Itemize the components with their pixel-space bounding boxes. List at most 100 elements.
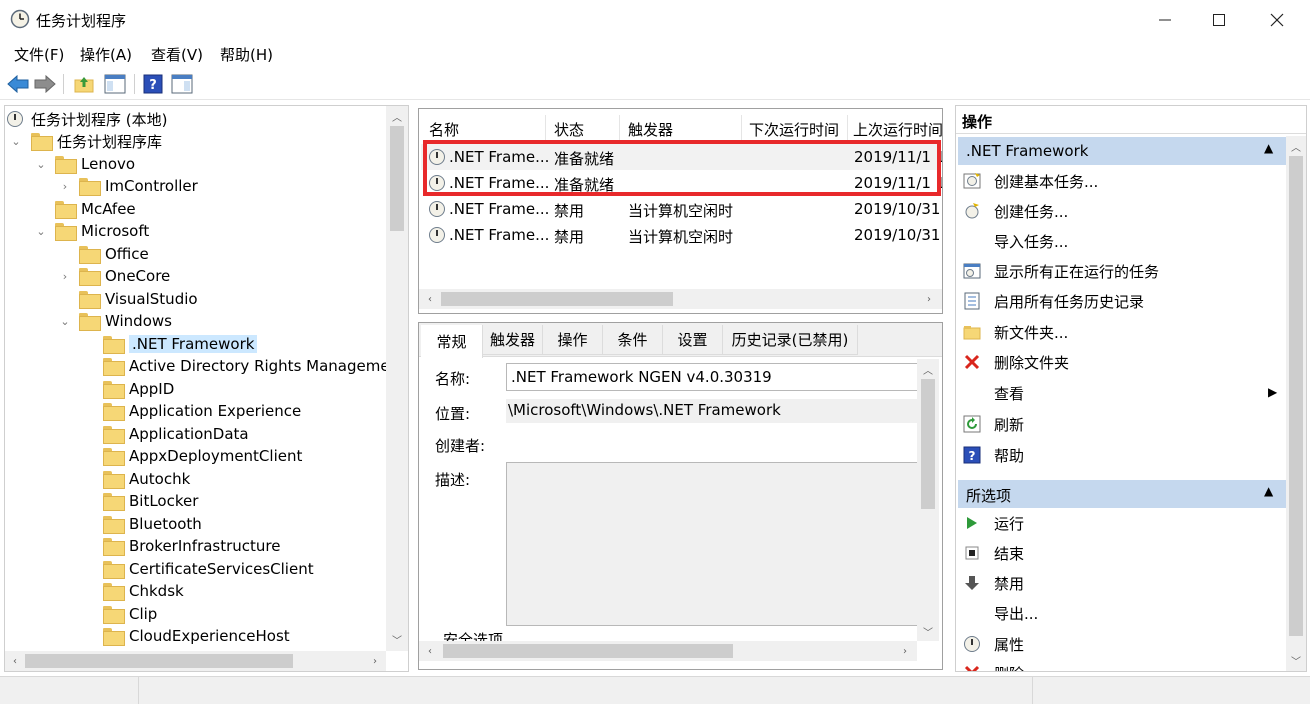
- tree-item-lenovo[interactable]: Lenovo: [55, 153, 135, 175]
- action-properties[interactable]: 属性: [962, 631, 1282, 657]
- scroll-right-icon[interactable]: ›: [367, 653, 383, 669]
- scroll-left-icon[interactable]: ‹: [422, 291, 438, 307]
- minimize-button[interactable]: [1138, 0, 1192, 40]
- details-horizontal-scrollbar[interactable]: ‹ ›: [419, 641, 917, 661]
- chevron-down-icon[interactable]: ⌄: [35, 153, 47, 175]
- column-header-trigger[interactable]: 触发器: [628, 119, 673, 140]
- actions-section-selected-item[interactable]: 所选项 ▲: [958, 480, 1286, 508]
- tab-settings[interactable]: 设置: [663, 325, 723, 355]
- menu-action[interactable]: 操作(A): [80, 44, 132, 65]
- scroll-down-icon[interactable]: ﹀: [389, 631, 405, 647]
- action-disable[interactable]: 禁用: [962, 570, 1282, 596]
- tree-item-mcafee[interactable]: McAfee: [55, 198, 136, 220]
- tree-root[interactable]: 任务计划程序 (本地): [7, 108, 167, 130]
- chevron-down-icon[interactable]: ⌄: [35, 220, 47, 242]
- forward-arrow-icon[interactable]: [33, 72, 57, 96]
- table-row[interactable]: .NET Frame... 禁用 当计算机空闲时 2019/10/31: [421, 222, 941, 248]
- collapse-icon[interactable]: ▲: [1264, 141, 1273, 155]
- tree-item-onecore[interactable]: OneCore: [79, 265, 170, 287]
- column-divider[interactable]: [741, 115, 742, 141]
- column-divider[interactable]: [847, 115, 848, 141]
- tab-general[interactable]: 常规: [421, 325, 483, 358]
- action-end[interactable]: 结束: [962, 540, 1282, 566]
- action-enable-history[interactable]: 启用所有任务历史记录: [962, 288, 1282, 314]
- action-delete[interactable]: 删除: [962, 660, 1282, 671]
- tab-triggers[interactable]: 触发器: [483, 325, 543, 355]
- menu-view[interactable]: 查看(V): [151, 44, 203, 65]
- tree-item-clip[interactable]: Clip: [103, 603, 157, 625]
- collapse-icon[interactable]: ▲: [1264, 484, 1273, 498]
- action-view[interactable]: 查看 ▶: [962, 380, 1282, 406]
- tree-item-certsvc[interactable]: CertificateServicesClient: [103, 558, 314, 580]
- column-header-status[interactable]: 状态: [554, 119, 584, 140]
- help-icon[interactable]: ?: [141, 72, 165, 96]
- tree-item-appid[interactable]: AppID: [103, 378, 174, 400]
- tree-item-appx[interactable]: AppxDeploymentClient: [103, 445, 302, 467]
- scroll-thumb[interactable]: [441, 292, 673, 306]
- scroll-thumb[interactable]: [390, 126, 404, 231]
- actions-vertical-scrollbar[interactable]: ︿ ﹀: [1286, 136, 1306, 671]
- chevron-down-icon[interactable]: ⌄: [59, 310, 71, 332]
- tree-item-library[interactable]: 任务计划程序库: [31, 130, 162, 152]
- column-divider[interactable]: [545, 115, 546, 141]
- scroll-thumb[interactable]: [1289, 156, 1303, 636]
- tree-item-appdata[interactable]: ApplicationData: [103, 423, 249, 445]
- scroll-thumb[interactable]: [443, 644, 733, 658]
- tree-item-imcontroller[interactable]: ImController: [79, 175, 198, 197]
- tree-item-broker[interactable]: BrokerInfrastructure: [103, 535, 281, 557]
- up-folder-icon[interactable]: [72, 72, 96, 96]
- column-header-name[interactable]: 名称: [429, 119, 459, 140]
- tab-actions[interactable]: 操作: [543, 325, 603, 355]
- action-export[interactable]: 导出...: [962, 600, 1282, 626]
- action-new-folder[interactable]: 新文件夹...: [962, 319, 1282, 345]
- tree-item-office[interactable]: Office: [79, 243, 149, 265]
- scroll-down-icon[interactable]: ﹀: [920, 623, 936, 639]
- action-help[interactable]: ? 帮助: [962, 442, 1282, 468]
- tree-item-windows[interactable]: Windows: [79, 310, 172, 332]
- scroll-right-icon[interactable]: ›: [897, 643, 913, 659]
- scroll-up-icon[interactable]: ︿: [920, 361, 936, 377]
- menu-help[interactable]: 帮助(H): [220, 44, 273, 65]
- scroll-down-icon[interactable]: ﹀: [1288, 652, 1304, 668]
- show-hide-action-pane-icon[interactable]: [170, 72, 194, 96]
- scroll-up-icon[interactable]: ︿: [389, 108, 405, 124]
- column-header-last-run[interactable]: 上次运行时间: [853, 119, 942, 140]
- column-divider[interactable]: [619, 115, 620, 141]
- chevron-down-icon[interactable]: ⌄: [10, 130, 22, 152]
- action-run[interactable]: 运行: [962, 510, 1282, 536]
- column-header-next-run[interactable]: 下次运行时间: [749, 119, 839, 140]
- tree-item-chkdsk[interactable]: Chkdsk: [103, 580, 184, 602]
- menu-file[interactable]: 文件(F): [14, 44, 64, 65]
- action-create-task[interactable]: 创建任务...: [962, 198, 1282, 224]
- tree-item-netframework-selected[interactable]: .NET Framework: [103, 333, 258, 355]
- tree-item-autochk[interactable]: Autochk: [103, 468, 190, 490]
- actions-section-netframework[interactable]: .NET Framework ▲: [958, 137, 1286, 165]
- scroll-left-icon[interactable]: ‹: [7, 653, 23, 669]
- task-list[interactable]: 名称 状态 触发器 下次运行时间 上次运行时间 .NET Frame... 准备…: [418, 108, 943, 314]
- action-create-basic-task[interactable]: 创建基本任务...: [962, 168, 1282, 194]
- action-import-task[interactable]: 导入任务...: [962, 228, 1282, 254]
- show-hide-console-tree-icon[interactable]: [103, 72, 127, 96]
- action-refresh[interactable]: 刷新: [962, 411, 1282, 437]
- details-vertical-scrollbar[interactable]: ︿ ﹀: [917, 359, 939, 641]
- console-tree[interactable]: 任务计划程序 (本地) ⌄ 任务计划程序库 ⌄ Lenovo › ImContr…: [4, 105, 409, 672]
- description-field[interactable]: [506, 462, 918, 626]
- chevron-right-icon[interactable]: ›: [59, 175, 71, 197]
- tree-item-appexperience[interactable]: Application Experience: [103, 400, 301, 422]
- table-row[interactable]: .NET Frame... 禁用 当计算机空闲时 2019/10/31: [421, 196, 941, 222]
- action-delete-folder[interactable]: 删除文件夹: [962, 349, 1282, 375]
- scroll-thumb[interactable]: [25, 654, 293, 668]
- tab-conditions[interactable]: 条件: [603, 325, 663, 355]
- tree-item-microsoft[interactable]: Microsoft: [55, 220, 149, 242]
- scroll-up-icon[interactable]: ︿: [1288, 138, 1304, 154]
- tree-item-cloudexp[interactable]: CloudExperienceHost: [103, 625, 290, 647]
- tree-item-visualstudio[interactable]: VisualStudio: [79, 288, 198, 310]
- action-show-running-tasks[interactable]: 显示所有正在运行的任务: [962, 258, 1282, 284]
- name-field[interactable]: .NET Framework NGEN v4.0.30319: [506, 363, 918, 391]
- scroll-right-icon[interactable]: ›: [921, 291, 937, 307]
- list-horizontal-scrollbar[interactable]: ‹ ›: [419, 289, 942, 309]
- scroll-left-icon[interactable]: ‹: [422, 643, 438, 659]
- tree-item-bitlocker[interactable]: BitLocker: [103, 490, 198, 512]
- maximize-button[interactable]: [1192, 0, 1246, 40]
- chevron-right-icon[interactable]: ›: [59, 265, 71, 287]
